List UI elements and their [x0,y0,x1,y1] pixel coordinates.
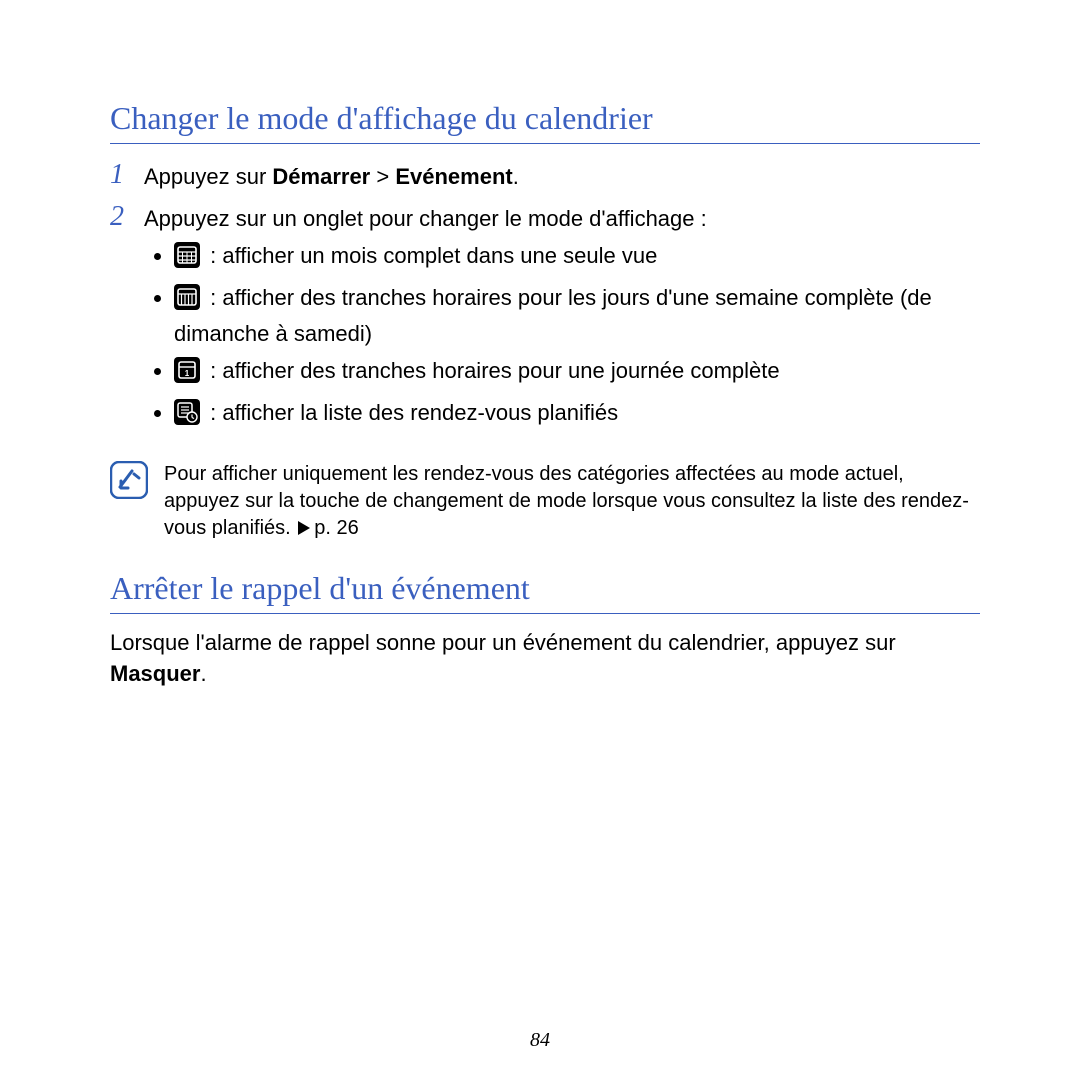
page-number: 84 [0,1029,1080,1052]
week-view-icon [174,284,200,319]
day-view-icon: 1 [174,357,200,392]
step-2: 2 Appuyez sur un onglet pour changer le … [110,202,980,440]
bullet-text: : afficher la liste des rendez-vous plan… [204,400,618,425]
bullet-agenda-view: : afficher la liste des rendez-vous plan… [174,398,980,434]
step-body: Appuyez sur Démarrer > Evénement. [144,160,519,192]
steps-list: 1 Appuyez sur Démarrer > Evénement. 2 Ap… [110,160,980,439]
text: > [370,164,395,189]
note-block: Pour afficher uniquement les rendez-vous… [110,461,980,542]
bullet-week-view: : afficher des tranches horaires pour le… [174,283,980,350]
step-1: 1 Appuyez sur Démarrer > Evénement. [110,160,980,192]
bullet-month-view: : afficher un mois complet dans une seul… [174,241,980,277]
svg-text:1: 1 [185,369,190,378]
note-text: Pour afficher uniquement les rendez-vous… [164,461,980,542]
text: . [200,661,206,686]
section-heading-display-mode: Changer le mode d'affichage du calendrie… [110,100,980,144]
manual-page: Changer le mode d'affichage du calendrie… [0,0,1080,1080]
bullet-day-view: 1 : afficher des tranches horaires pour … [174,356,980,392]
view-mode-bullets: : afficher un mois complet dans une seul… [144,241,980,433]
bullet-text: : afficher un mois complet dans une seul… [204,243,657,268]
paragraph: Lorsque l'alarme de rappel sonne pour un… [110,628,980,690]
section-heading-stop-reminder: Arrêter le rappel d'un événement [110,570,980,614]
triangle-right-icon [298,521,310,535]
text: . [513,164,519,189]
menu-path-démarrer: Démarrer [272,164,370,189]
month-view-icon [174,242,200,277]
step-body: Appuyez sur un onglet pour changer le mo… [144,202,980,440]
step-number: 1 [110,160,144,191]
step-number: 2 [110,202,144,233]
text: Pour afficher uniquement les rendez-vous… [164,463,969,539]
bullet-text: : afficher des tranches horaires pour le… [174,285,932,346]
text: Appuyez sur [144,164,272,189]
text: Appuyez sur un onglet pour changer le mo… [144,206,707,231]
menu-path-evenement: Evénement [395,164,512,189]
button-label-masquer: Masquer [110,661,200,686]
agenda-view-icon [174,399,200,434]
note-icon [110,461,148,504]
page-reference: p. 26 [314,517,358,539]
text: Lorsque l'alarme de rappel sonne pour un… [110,630,896,655]
bullet-text: : afficher des tranches horaires pour un… [204,358,780,383]
